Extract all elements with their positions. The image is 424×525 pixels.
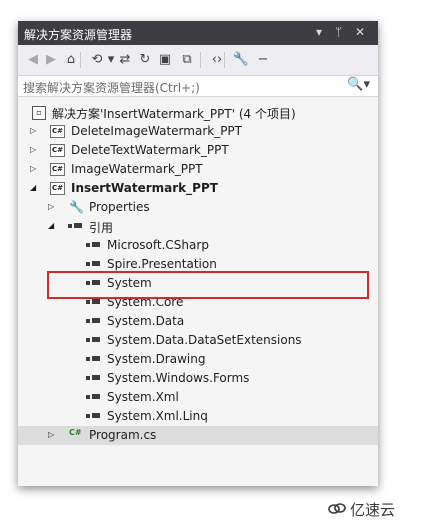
tree-reference-item[interactable]: System.Data.DataSetExtensions xyxy=(18,331,378,350)
tree-reference-item[interactable]: System.Drawing xyxy=(18,350,378,369)
tree-project[interactable]: ▷ C# ImageWatermark_PPT xyxy=(18,160,378,179)
sync-icon[interactable]: ⇄ xyxy=(116,51,134,69)
tree-project[interactable]: ▷ C# DeleteImageWatermark_PPT xyxy=(18,122,378,141)
wrench-icon: 🔧 xyxy=(69,200,84,214)
expand-arrow-icon[interactable]: ▷ xyxy=(48,202,58,212)
assembly-reference-icon xyxy=(86,336,100,344)
tree-file-program[interactable]: ▷ C# Program.cs xyxy=(18,426,378,445)
references-icon xyxy=(68,222,82,230)
reference-label: Microsoft.CSharp xyxy=(107,238,209,252)
expand-arrow-icon[interactable]: ▷ xyxy=(48,430,58,440)
refresh-icon[interactable]: ↻ xyxy=(136,51,154,69)
pin-icon[interactable]: ᛘ xyxy=(335,25,342,39)
chevron-down-icon[interactable]: ▾ xyxy=(316,25,322,39)
show-all-files-icon[interactable]: ⧉ xyxy=(178,51,196,69)
project-label: DeleteTextWatermark_PPT xyxy=(71,143,229,157)
tree-reference-item[interactable]: Microsoft.CSharp xyxy=(18,236,378,255)
solution-icon: ▫ xyxy=(32,106,46,120)
tree-properties[interactable]: ▷ 🔧 Properties xyxy=(18,198,378,217)
reference-label: System.Xml.Linq xyxy=(107,409,208,423)
tree-project[interactable]: ▷ C# DeleteTextWatermark_PPT xyxy=(18,141,378,160)
reference-label: System.Data xyxy=(107,314,185,328)
tree-reference-item[interactable]: System.Data xyxy=(18,312,378,331)
properties-label: Properties xyxy=(89,200,150,214)
reference-label: System.Drawing xyxy=(107,352,206,366)
panel-titlebar: 解决方案资源管理器 ▾ ᛘ ✕ xyxy=(18,21,378,45)
tree-references[interactable]: ◢ 引用 xyxy=(18,217,378,236)
toolbar-separator xyxy=(200,52,201,68)
home-icon[interactable]: ⌂ xyxy=(62,51,80,69)
search-icon[interactable]: 🔍▾ xyxy=(347,77,370,92)
tree-project-expanded[interactable]: ◢ C# InsertWatermark_PPT xyxy=(18,179,378,198)
assembly-reference-icon xyxy=(86,355,100,363)
cloud-logo-icon xyxy=(328,503,346,514)
reference-label: System.Windows.Forms xyxy=(107,371,250,385)
csharp-project-icon: C# xyxy=(50,163,65,176)
solution-explorer-panel: 解决方案资源管理器 ▾ ᛘ ✕ ◀ ▶ ⌂ ⟲ ▾ ⇄ ↻ ▣ ⧉ ‹› 🔧 − 搜索解决方案资源管理… xyxy=(18,21,378,486)
csharp-project-icon: C# xyxy=(50,182,65,195)
watermark-text: 亿速云 xyxy=(350,501,396,519)
panel-toolbar: ◀ ▶ ⌂ ⟲ ▾ ⇄ ↻ ▣ ⧉ ‹› 🔧 − xyxy=(18,45,378,75)
csharp-file-icon: C# xyxy=(69,428,82,437)
assembly-reference-icon xyxy=(86,298,100,306)
collapse-arrow-icon[interactable]: ◢ xyxy=(30,183,40,193)
reference-label: Spire.Presentation xyxy=(107,257,217,271)
site-watermark: 亿速云 xyxy=(328,497,418,521)
csharp-project-icon: C# xyxy=(50,125,65,138)
forward-icon[interactable]: ▶ xyxy=(42,51,60,69)
solution-label: 解决方案'InsertWatermark_PPT' (4 个项目) xyxy=(52,107,296,121)
collapse-arrow-icon[interactable]: ◢ xyxy=(48,221,58,231)
search-placeholder: 搜索解决方案资源管理器(Ctrl+;) xyxy=(23,81,200,95)
assembly-reference-icon xyxy=(86,393,100,401)
back-icon[interactable]: ◀ xyxy=(24,51,42,69)
assembly-reference-icon xyxy=(86,260,100,268)
tree-reference-item[interactable]: System.Xml.Linq xyxy=(18,407,378,426)
expand-arrow-icon[interactable]: ▷ xyxy=(30,145,40,155)
file-label: Program.cs xyxy=(89,428,157,442)
tree-solution-root[interactable]: ▫ 解决方案'InsertWatermark_PPT' (4 个项目) xyxy=(18,103,378,122)
reference-label: System.Xml xyxy=(107,390,179,404)
assembly-reference-icon xyxy=(86,412,100,420)
assembly-reference-icon xyxy=(86,241,100,249)
annotation-highlight-box xyxy=(47,271,369,299)
search-box[interactable]: 搜索解决方案资源管理器(Ctrl+;) 🔍▾ xyxy=(18,75,378,97)
references-label: 引用 xyxy=(89,221,114,235)
collapse-all-icon[interactable]: ▣ xyxy=(156,51,174,69)
project-label: ImageWatermark_PPT xyxy=(71,162,203,176)
project-label: DeleteImageWatermark_PPT xyxy=(71,124,242,138)
panel-title: 解决方案资源管理器 xyxy=(24,28,133,42)
tree-reference-item[interactable]: System.Xml xyxy=(18,388,378,407)
toolbar-separator xyxy=(224,52,225,68)
properties-icon[interactable]: 🔧 xyxy=(232,51,250,69)
assembly-reference-icon xyxy=(86,374,100,382)
expand-arrow-icon[interactable]: ▷ xyxy=(30,126,40,136)
toolbar-separator xyxy=(80,52,81,68)
expand-arrow-icon[interactable]: ▷ xyxy=(30,164,40,174)
csharp-project-icon: C# xyxy=(50,144,65,157)
minus-icon[interactable]: − xyxy=(254,51,272,69)
tree-reference-item[interactable]: System.Windows.Forms xyxy=(18,369,378,388)
project-label: InsertWatermark_PPT xyxy=(71,181,218,195)
reference-label: System.Data.DataSetExtensions xyxy=(107,333,302,347)
assembly-reference-icon xyxy=(86,317,100,325)
close-icon[interactable]: ✕ xyxy=(355,25,365,39)
